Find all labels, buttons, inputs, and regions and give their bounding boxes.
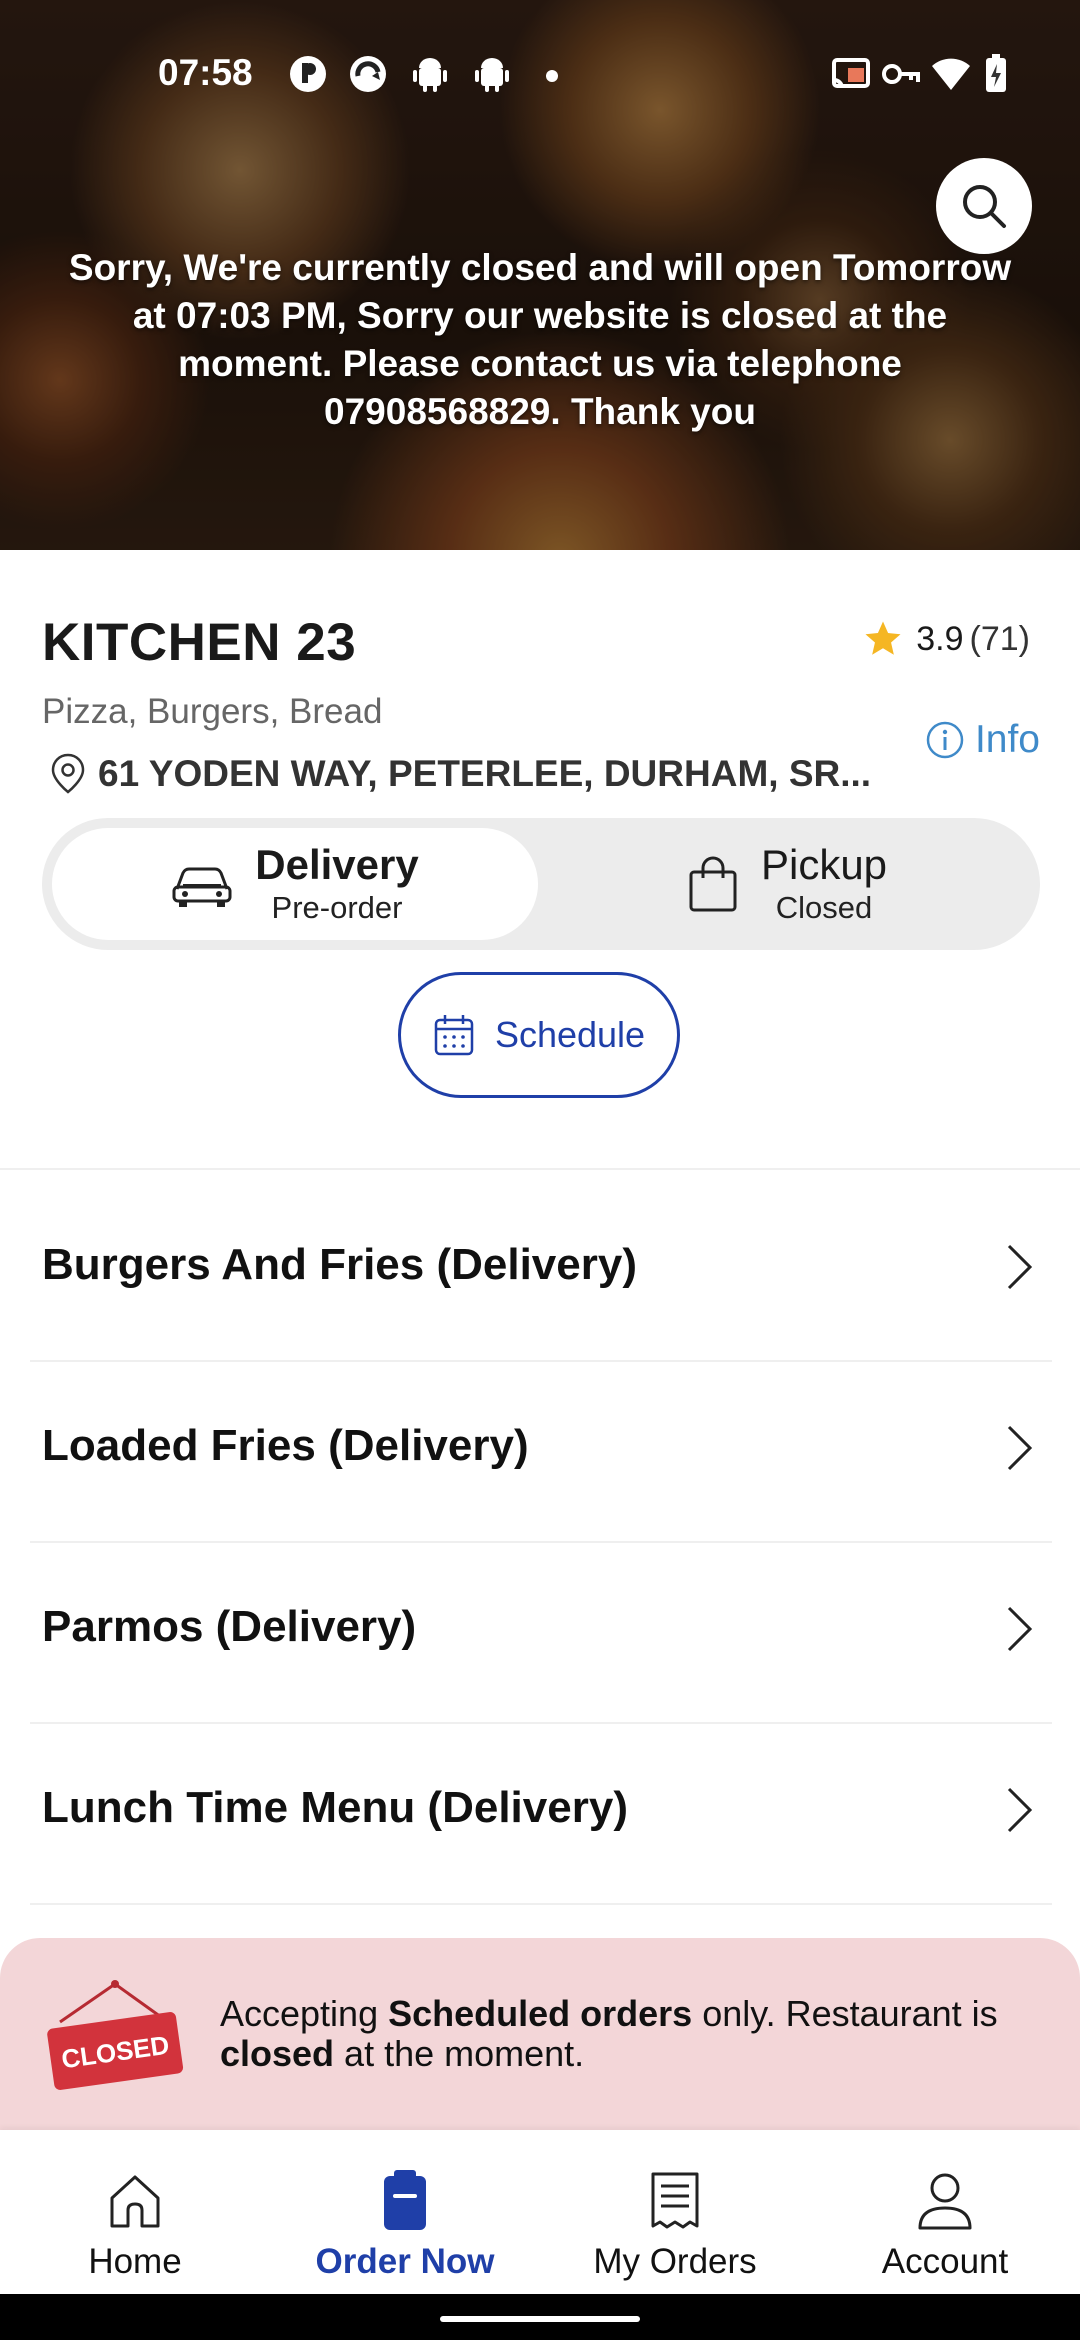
order-mode-toggle: Delivery Pre-order Pickup Closed bbox=[42, 818, 1040, 950]
android-icon bbox=[475, 58, 509, 92]
chevron-right-icon bbox=[1007, 1787, 1033, 1833]
nav-order-now-label: Order Now bbox=[315, 2242, 495, 2281]
info-icon bbox=[926, 721, 964, 759]
system-nav-bar bbox=[0, 2294, 1080, 2340]
rating: 3.9 (71) bbox=[862, 618, 1030, 660]
address-text: 61 YODEN WAY, PETERLEE, DURHAM, SR... bbox=[98, 753, 872, 794]
cast-icon bbox=[832, 58, 870, 89]
pickup-status: Closed bbox=[775, 890, 873, 925]
order-now-icon bbox=[384, 2170, 426, 2230]
location-pin-icon bbox=[51, 753, 85, 794]
search-button[interactable] bbox=[936, 158, 1032, 254]
shopping-bag-icon bbox=[689, 856, 737, 912]
nav-order-now[interactable]: Order Now bbox=[270, 2130, 540, 2294]
dot-icon bbox=[546, 70, 558, 82]
nav-my-orders[interactable]: My Orders bbox=[540, 2130, 810, 2294]
menu-category-row[interactable]: Burgers And Fries (Delivery) bbox=[30, 1180, 1052, 1362]
schedule-label: Schedule bbox=[494, 1014, 646, 1055]
chevron-right-icon bbox=[1007, 1606, 1033, 1652]
chevron-right-icon bbox=[1007, 1244, 1033, 1290]
app-icon-1 bbox=[290, 56, 326, 92]
app-icon-2 bbox=[350, 56, 386, 92]
restaurant-name: KITCHEN 23 bbox=[42, 613, 357, 672]
rating-score: 3.9 bbox=[916, 619, 964, 658]
banner-text: at the moment. bbox=[334, 2033, 585, 2074]
delivery-option[interactable]: Delivery Pre-order bbox=[52, 828, 538, 940]
android-icon bbox=[413, 58, 447, 92]
closed-message: Sorry, We're currently closed and will o… bbox=[68, 247, 1012, 432]
menu-category-label: Lunch Time Menu (Delivery) bbox=[42, 1783, 628, 1832]
status-bar: 07:58 bbox=[0, 40, 1080, 110]
menu-category-label: Burgers And Fries (Delivery) bbox=[42, 1240, 637, 1289]
vpn-key-icon bbox=[882, 64, 920, 84]
search-icon bbox=[963, 185, 1006, 228]
person-icon bbox=[918, 2173, 972, 2230]
schedule-button[interactable]: Schedule bbox=[398, 972, 680, 1098]
nav-home-label: Home bbox=[88, 2242, 182, 2281]
nav-my-orders-label: My Orders bbox=[593, 2242, 757, 2281]
menu-category-label: Loaded Fries (Delivery) bbox=[42, 1421, 529, 1470]
menu-category-row[interactable]: Lunch Time Menu (Delivery) bbox=[30, 1723, 1052, 1905]
banner-bold-text: closed bbox=[220, 2033, 335, 2074]
delivery-label: Delivery bbox=[255, 841, 419, 888]
nav-home[interactable]: Home bbox=[0, 2130, 270, 2294]
info-button[interactable]: Info bbox=[925, 718, 1040, 762]
closed-sign-icon: CLOSED bbox=[47, 1980, 184, 2090]
banner-text: Accepting bbox=[220, 1993, 389, 2034]
chevron-right-icon bbox=[1007, 1425, 1033, 1471]
nav-account[interactable]: Account bbox=[810, 2130, 1080, 2294]
banner-bold-text: Scheduled orders bbox=[388, 1993, 693, 2034]
pickup-option[interactable]: Pickup Closed bbox=[544, 828, 1030, 940]
battery-charging-icon bbox=[986, 54, 1006, 92]
status-time: 07:58 bbox=[158, 52, 253, 93]
delivery-status: Pre-order bbox=[271, 890, 403, 925]
receipt-icon bbox=[651, 2172, 699, 2229]
bottom-nav: Home Order Now My Orders Account bbox=[0, 2130, 1080, 2294]
closed-banner-message: Accepting Scheduled orders only. Restaur… bbox=[220, 1994, 1040, 2074]
rating-count: (71) bbox=[969, 619, 1030, 658]
menu-category-row[interactable]: Parmos (Delivery) bbox=[30, 1542, 1052, 1724]
banner-text: only. Restaurant is bbox=[692, 1993, 998, 2034]
menu-category-label: Parmos (Delivery) bbox=[42, 1602, 417, 1651]
home-icon bbox=[110, 2175, 160, 2228]
nav-account-label: Account bbox=[881, 2242, 1009, 2281]
pickup-label: Pickup bbox=[760, 841, 888, 888]
menu-category-row[interactable]: Loaded Fries (Delivery) bbox=[30, 1361, 1052, 1543]
cuisines: Pizza, Burgers, Bread bbox=[42, 692, 383, 731]
calendar-icon bbox=[434, 1015, 474, 1056]
closed-banner: CLOSED Accepting Scheduled orders only. … bbox=[0, 1938, 1080, 2148]
info-label: Info bbox=[974, 718, 1040, 761]
car-icon bbox=[172, 867, 232, 907]
address: 61 YODEN WAY, PETERLEE, DURHAM, SR... bbox=[48, 752, 878, 796]
wifi-icon bbox=[932, 58, 970, 90]
divider bbox=[0, 1168, 1080, 1170]
hero-banner: 07:58 Sorry, We're currently closed and … bbox=[0, 0, 1080, 550]
home-gesture-handle[interactable] bbox=[440, 2316, 640, 2322]
star-icon bbox=[865, 621, 901, 655]
